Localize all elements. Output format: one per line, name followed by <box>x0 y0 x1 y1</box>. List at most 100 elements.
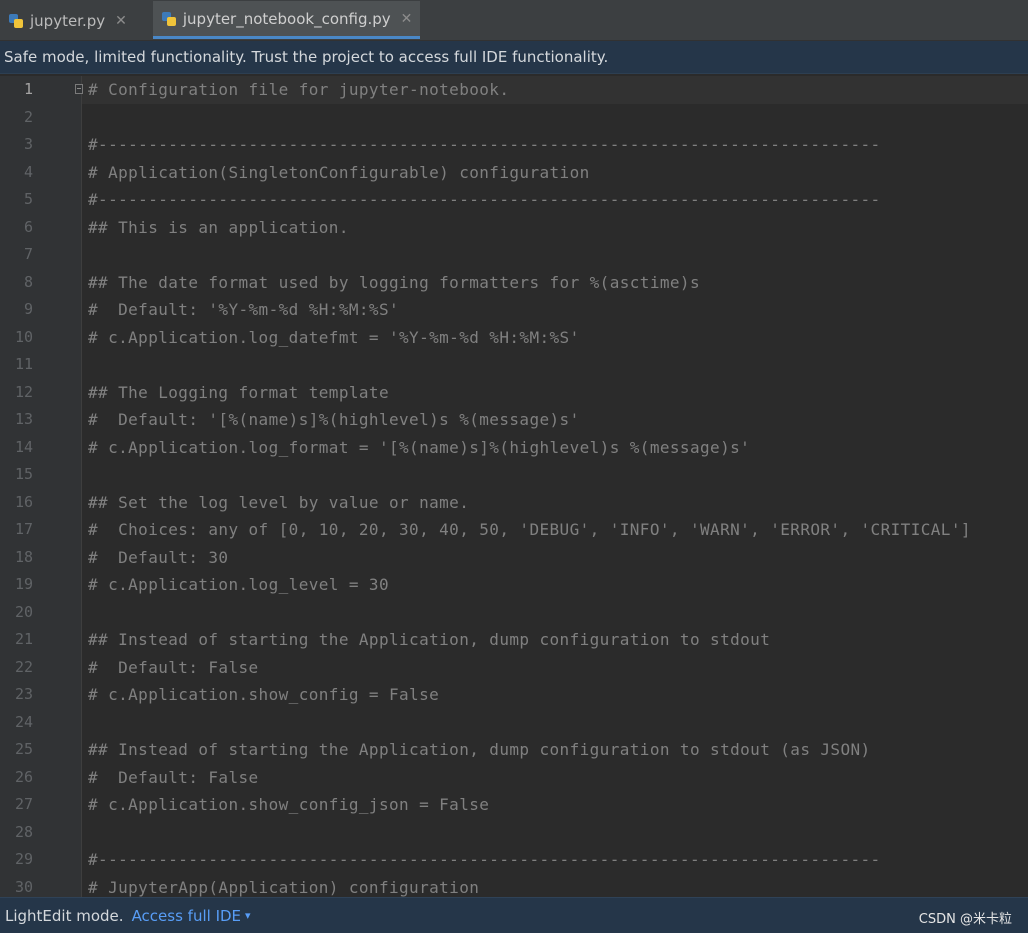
code-line[interactable]: 27 # c.Application.show_config_json = Fal… <box>0 791 1028 819</box>
code-line[interactable]: 5 #--------------------------------------… <box>0 186 1028 214</box>
line-number: 20 <box>14 602 33 621</box>
line-number: 17 <box>14 520 33 538</box>
code-line[interactable]: 8 ## The date format used by logging form… <box>0 269 1028 297</box>
code-text: # Configuration file for jupyter-noteboo… <box>88 80 510 99</box>
code-text: # Application(SingletonConfigurable) con… <box>88 162 590 182</box>
code-text: # JupyterApp(Application) configuration <box>88 877 480 897</box>
code-text: # Default: '%Y-%m-%d %H:%M:%S' <box>88 300 400 319</box>
line-number: 13 <box>14 410 33 428</box>
code-text: ## Instead of starting the Application, … <box>88 630 771 649</box>
access-full-ide-link[interactable]: Access full IDE ▾ <box>132 907 251 925</box>
line-number: 25 <box>14 740 33 758</box>
line-number: 4 <box>23 162 33 181</box>
line-number: 9 <box>23 300 33 318</box>
line-number: 22 <box>14 657 33 676</box>
code-text: # Default: False <box>88 657 259 677</box>
line-number: 18 <box>14 547 33 566</box>
code-line[interactable]: 14 # c.Application.log_format = '[%(name)… <box>0 434 1028 462</box>
line-number: 6 <box>23 217 33 236</box>
code-text: # c.Application.show_config_json = False <box>88 795 490 814</box>
code-line[interactable]: 15 <box>0 461 1028 489</box>
code-lines: 1 # Configuration file for jupyter-notebo… <box>0 76 1028 897</box>
line-number: 15 <box>14 465 33 483</box>
line-number: 5 <box>23 190 33 208</box>
line-number: 29 <box>14 850 33 868</box>
line-number: 24 <box>14 712 33 731</box>
code-line[interactable]: 2 <box>0 104 1028 132</box>
line-number: 7 <box>23 245 33 263</box>
code-text: # Default: False <box>88 767 259 787</box>
tab-jupyter-py[interactable]: jupyter.py ✕ <box>0 3 135 39</box>
code-line[interactable]: 1 # Configuration file for jupyter-notebo… <box>0 76 1028 104</box>
code-line[interactable]: 6 ## This is an application. <box>0 214 1028 242</box>
line-number: 21 <box>14 630 33 648</box>
status-bar: LightEdit mode. Access full IDE ▾ CSDN @… <box>0 897 1028 933</box>
code-text: # Default: '[%(name)s]%(highlevel)s %(me… <box>88 410 580 429</box>
chevron-down-icon: ▾ <box>245 909 251 922</box>
line-number: 30 <box>14 877 33 896</box>
code-line[interactable]: 23 # c.Application.show_config = False <box>0 681 1028 709</box>
lightedit-mode-label: LightEdit mode. <box>5 906 124 925</box>
line-number: 10 <box>14 327 33 346</box>
editor-tab-bar: jupyter.py ✕ jupyter_notebook_config.py … <box>0 0 1028 41</box>
code-line[interactable]: 4 # Application(SingletonConfigurable) co… <box>0 159 1028 187</box>
code-text: # c.Application.log_format = '[%(name)s]… <box>88 437 751 457</box>
line-number: 12 <box>14 382 33 401</box>
code-text: # c.Application.log_level = 30 <box>88 575 389 594</box>
code-line[interactable]: 19 # c.Application.log_level = 30 <box>0 571 1028 599</box>
line-number: 2 <box>23 107 33 126</box>
access-full-ide-label: Access full IDE <box>131 906 242 925</box>
line-number: 23 <box>14 685 33 703</box>
line-number: 27 <box>14 795 33 813</box>
code-line[interactable]: 29 #-------------------------------------… <box>0 846 1028 874</box>
code-line[interactable]: 10 # c.Application.log_datefmt = '%Y-%m-%… <box>0 324 1028 352</box>
code-text: ## The Logging format template <box>88 382 389 402</box>
code-line[interactable]: 7 <box>0 241 1028 269</box>
safe-mode-banner: Safe mode, limited functionality. Trust … <box>0 41 1028 74</box>
line-number: 11 <box>14 355 33 373</box>
line-number: 16 <box>14 492 33 511</box>
code-line[interactable]: 13 # Default: '[%(name)s]%(highlevel)s %(… <box>0 406 1028 434</box>
code-line[interactable]: 11 <box>0 351 1028 379</box>
tab-label: jupyter_notebook_config.py <box>182 9 391 28</box>
code-line[interactable]: 16 ## Set the log level by value or name. <box>0 489 1028 517</box>
code-text: ## Set the log level by value or name. <box>88 492 470 512</box>
line-number: 19 <box>14 575 33 593</box>
line-number: 1 <box>23 80 33 98</box>
line-number: 28 <box>14 822 33 841</box>
code-line[interactable]: 3 #--------------------------------------… <box>0 131 1028 159</box>
line-number: 3 <box>23 135 33 153</box>
code-line[interactable]: 30 # JupyterApp(Application) configuratio… <box>0 874 1028 898</box>
tab-label: jupyter.py <box>30 12 106 30</box>
code-text: ## The date format used by logging forma… <box>88 272 701 292</box>
code-line[interactable]: 22 # Default: False <box>0 654 1028 682</box>
code-line[interactable]: 20 <box>0 599 1028 627</box>
code-line[interactable]: 25 ## Instead of starting the Application… <box>0 736 1028 764</box>
code-line[interactable]: 26 # Default: False <box>0 764 1028 792</box>
watermark-text: CSDN @米卡粒 <box>918 912 1012 927</box>
code-text: #---------------------------------------… <box>88 190 881 209</box>
code-text: ## This is an application. <box>88 217 349 237</box>
banner-text: Safe mode, limited functionality. Trust … <box>4 48 609 66</box>
code-line[interactable]: 24 <box>0 709 1028 737</box>
code-text: # Choices: any of [0, 10, 20, 30, 40, 50… <box>88 520 971 539</box>
close-icon[interactable]: ✕ <box>401 11 413 27</box>
code-line[interactable]: 21 ## Instead of starting the Application… <box>0 626 1028 654</box>
line-number: 8 <box>23 272 33 291</box>
python-file-icon <box>161 11 177 27</box>
code-line[interactable]: 18 # Default: 30 <box>0 544 1028 572</box>
code-text: ## Instead of starting the Application, … <box>88 740 871 759</box>
code-line[interactable]: 9 # Default: '%Y-%m-%d %H:%M:%S' <box>0 296 1028 324</box>
fold-marker-icon[interactable] <box>75 84 83 94</box>
code-text: #---------------------------------------… <box>88 850 881 869</box>
code-text: # c.Application.show_config = False <box>88 685 440 704</box>
code-editor[interactable]: 1 # Configuration file for jupyter-notebo… <box>0 76 1028 897</box>
code-line[interactable]: 12 ## The Logging format template <box>0 379 1028 407</box>
python-file-icon <box>8 13 24 29</box>
code-line[interactable]: 28 <box>0 819 1028 847</box>
tab-jupyter-notebook-config-py[interactable]: jupyter_notebook_config.py ✕ <box>152 1 421 39</box>
code-line[interactable]: 17 # Choices: any of [0, 10, 20, 30, 40, … <box>0 516 1028 544</box>
line-number: 26 <box>14 767 33 786</box>
close-icon[interactable]: ✕ <box>115 13 127 29</box>
line-number: 14 <box>14 437 33 456</box>
